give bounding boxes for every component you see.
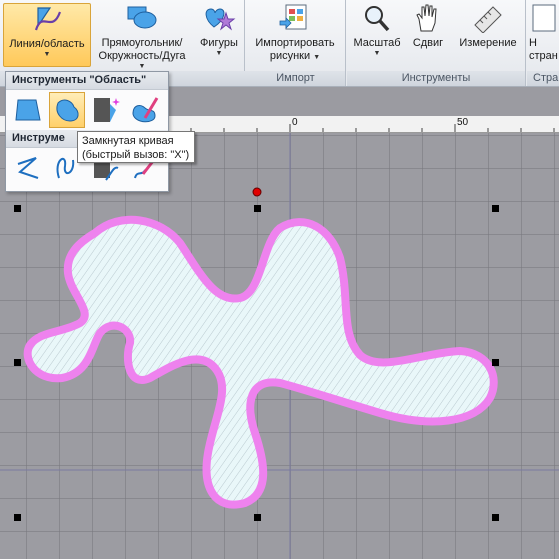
shapes-icon [127,6,157,29]
tools-group-title: Инструменты [347,71,525,86]
magic-fill-tool[interactable] [88,92,124,128]
measure-button[interactable]: Измерение [455,3,521,50]
page-label-line2: стран [529,50,558,62]
page-button[interactable]: Н стран [529,3,559,63]
import-group-title: Импорт [246,71,345,86]
tools-group: Масштаб ▼ Сдвиг Измерение Инструменты [347,0,526,86]
rotate-handle[interactable] [252,187,262,197]
shapes-label-line2: Окружность/Дуга [98,50,186,62]
page-group: Н стран Стра [527,0,559,86]
ruler-label-0: 0 [292,117,298,128]
import-group: Импортировать рисунки ▼ Импорт [246,0,346,86]
tooltip: Замкнутая кривая (быстрый вызов: "X") [77,131,195,163]
line-area-label: Линия/область [9,38,85,50]
figures-icon [205,8,236,31]
measure-label: Измерение [459,37,517,49]
figures-button[interactable]: Фигуры ▼ [196,3,242,58]
page-group-title: Стра [527,71,559,86]
magnifier-icon [365,6,390,32]
area-tools-header: Инструменты "Область" [6,72,168,90]
closed-curve-icon [56,99,79,122]
page-icon [532,4,556,32]
pan-label: Сдвиг [412,37,444,49]
tooltip-title: Замкнутая кривая [82,135,174,147]
zoom-button[interactable]: Масштаб ▼ [352,3,402,58]
chevron-down-icon: ▼ [43,51,51,58]
drawing-canvas[interactable] [0,133,559,559]
chevron-down-icon: ▼ [215,50,223,57]
line-area-button[interactable]: Линия/область ▼ [3,3,91,67]
page-label-line1: Н [529,37,537,49]
closed-curve-shape[interactable] [23,215,498,509]
figures-label: Фигуры [200,37,238,49]
import-label-line2: рисунки [269,50,311,62]
closed-curve-tool[interactable] [49,92,85,128]
shapes-button[interactable]: Прямоугольник/ Окружность/Дуга ▼ [94,3,190,71]
tooltip-shortcut: (быстрый вызов: "X") [82,149,190,161]
line-area-icon [34,7,62,31]
chevron-down-icon: ▼ [313,54,321,61]
hand-icon [416,4,437,32]
import-pictures-icon [279,4,307,30]
freehand-area-tool[interactable] [127,92,163,128]
import-pictures-button[interactable]: Импортировать рисунки ▼ [250,3,340,63]
chevron-down-icon: ▼ [373,50,381,57]
pan-button[interactable]: Сдвиг [405,3,451,50]
ruler-icon [474,6,502,33]
canvas-drawing [0,133,559,559]
zoom-label: Масштаб [353,37,401,49]
polygon-area-icon [15,99,41,121]
polyline-tool[interactable] [10,150,46,186]
freehand-area-icon [132,97,159,123]
chevron-down-icon: ▼ [138,63,146,70]
ruler-label-50: 50 [457,117,469,128]
shapes-label-line1: Прямоугольник/ [101,37,183,49]
magic-fill-icon [94,98,120,122]
polygon-area-tool[interactable] [10,92,46,128]
polyline-icon [17,157,39,179]
import-label-line1: Импортировать [255,37,335,49]
